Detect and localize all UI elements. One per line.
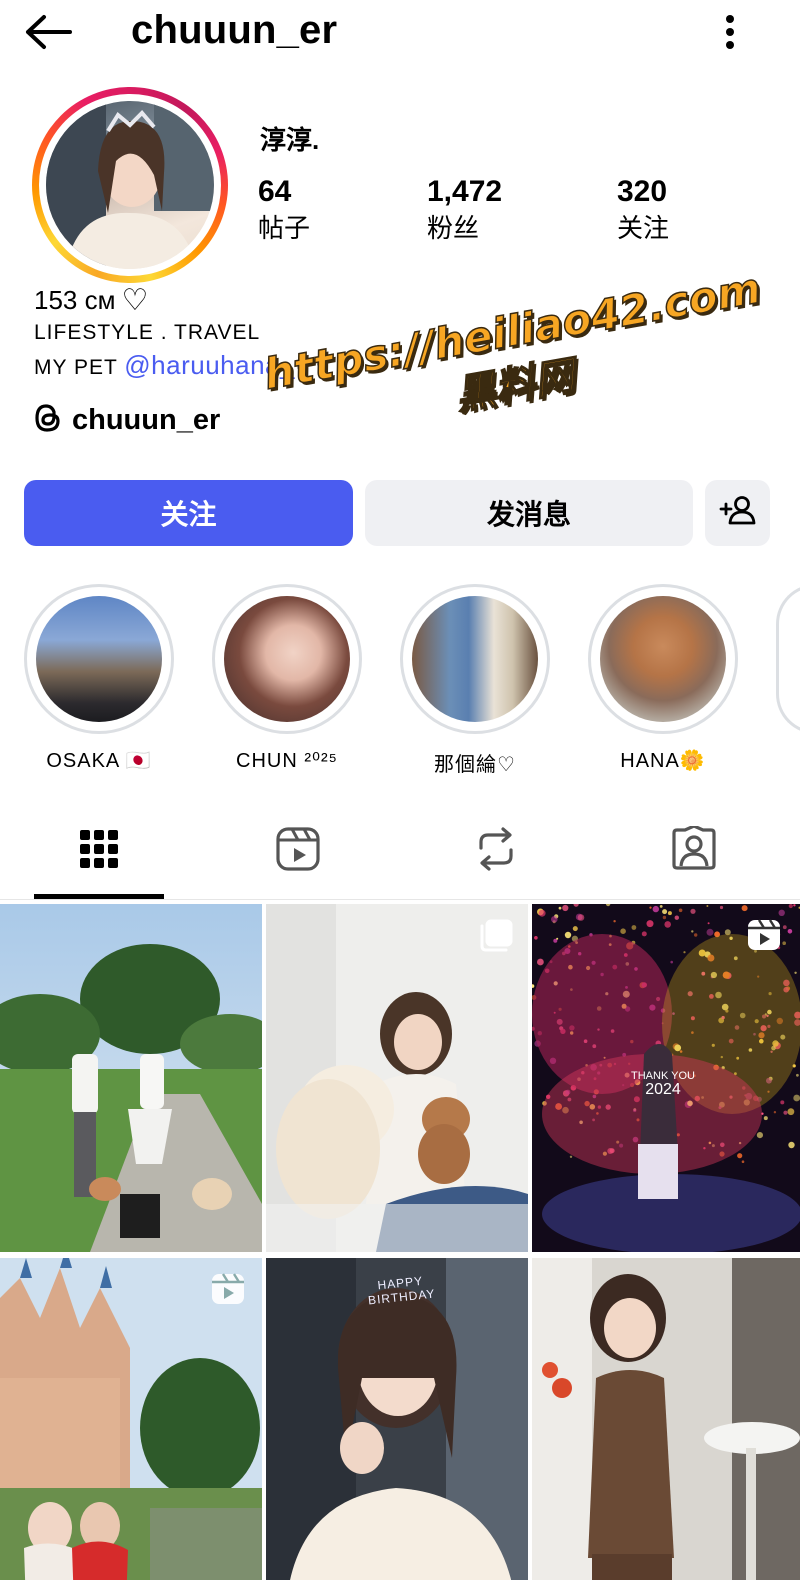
highlight-cover <box>412 596 538 722</box>
bio-pet-prefix: MY PET <box>34 356 118 379</box>
highlight-osaka[interactable]: OSAKA 🇯🇵 <box>24 584 174 773</box>
tagged-icon <box>671 823 717 877</box>
stat-label: 帖子 <box>258 213 311 243</box>
add-person-icon <box>719 495 757 532</box>
highlight-cover <box>36 596 162 722</box>
stat-label: 关注 <box>617 213 670 243</box>
watermark-overlay: https://heiliao42.com 黑料网 <box>259 263 770 507</box>
tab-grid[interactable] <box>34 820 164 882</box>
follow-button[interactable]: 关注 <box>24 480 353 546</box>
highlight-chun[interactable]: CHUN ²⁰²⁵ <box>212 584 362 773</box>
threads-icon <box>34 402 62 439</box>
suggest-user-button[interactable] <box>705 480 770 546</box>
tab-reposts[interactable] <box>431 820 561 882</box>
threads-link[interactable]: chuuun_er <box>34 402 220 439</box>
highlight-label: OSAKA 🇯🇵 <box>46 750 152 772</box>
reposts-icon <box>475 826 517 877</box>
bio-line-height: 153 cм ♡ <box>34 283 148 318</box>
reels-icon <box>275 826 321 877</box>
tab-tagged[interactable] <box>629 820 759 882</box>
followers-count[interactable]: 1,472 粉丝 <box>427 174 502 246</box>
stat-value: 64 <box>258 175 292 208</box>
carousel-icon <box>478 918 514 959</box>
profile-username: chuuun_er <box>131 8 338 52</box>
highlight-hana[interactable]: HANA🌼 <box>588 584 738 773</box>
overlay-text-line-2: 2024 <box>645 1081 681 1098</box>
highlight-partial-offscreen[interactable] <box>776 584 800 734</box>
post-tile[interactable] <box>0 904 262 1252</box>
display-name: 淳淳. <box>260 125 320 155</box>
active-tab-indicator <box>34 894 164 899</box>
following-count[interactable]: 320 关注 <box>617 174 669 246</box>
highlight-cover <box>224 596 350 722</box>
stat-value: 1,472 <box>427 175 503 208</box>
highlight-label: HANA🌼 <box>620 750 706 772</box>
reel-icon <box>210 1272 246 1311</box>
posts-count[interactable]: 64 帖子 <box>258 174 310 246</box>
post-tile[interactable] <box>0 1258 262 1580</box>
more-options-icon[interactable] <box>712 10 748 54</box>
message-button[interactable]: 发消息 <box>365 480 693 546</box>
post-tile[interactable]: THANK YOU 2024 <box>532 904 800 1252</box>
post-tile[interactable]: HAPPY BIRTHDAY <box>266 1258 528 1580</box>
threads-handle: chuuun_er <box>72 404 221 436</box>
profile-tabs <box>0 800 800 900</box>
grid-icon <box>79 829 119 874</box>
back-arrow-icon[interactable] <box>22 10 74 54</box>
stat-label: 粉丝 <box>427 213 480 243</box>
heart-outline-icon: ♡ <box>121 284 149 317</box>
reel-icon <box>746 918 782 957</box>
post-tile[interactable] <box>266 904 528 1252</box>
highlight-label: CHUN ²⁰²⁵ <box>236 750 338 772</box>
bio-line-pet: MY PET @haruuhana_ <box>34 350 295 381</box>
avatar <box>46 101 214 269</box>
highlight-couple[interactable]: 那個綸♡ <box>400 584 550 777</box>
post-tile[interactable] <box>532 1258 800 1580</box>
avatar-story-ring[interactable] <box>32 87 228 283</box>
stat-value: 320 <box>617 175 668 208</box>
top-bar: chuuun_er <box>0 0 800 64</box>
highlight-cover <box>600 596 726 722</box>
tab-reels[interactable] <box>233 820 363 882</box>
bio-height-text: 153 cм <box>34 285 116 315</box>
post-overlay-text: THANK YOU 2024 <box>628 1070 698 1098</box>
highlight-label: 那個綸♡ <box>434 754 516 776</box>
bio-line-tagline: LIFESTYLE . TRAVEL <box>34 321 261 344</box>
